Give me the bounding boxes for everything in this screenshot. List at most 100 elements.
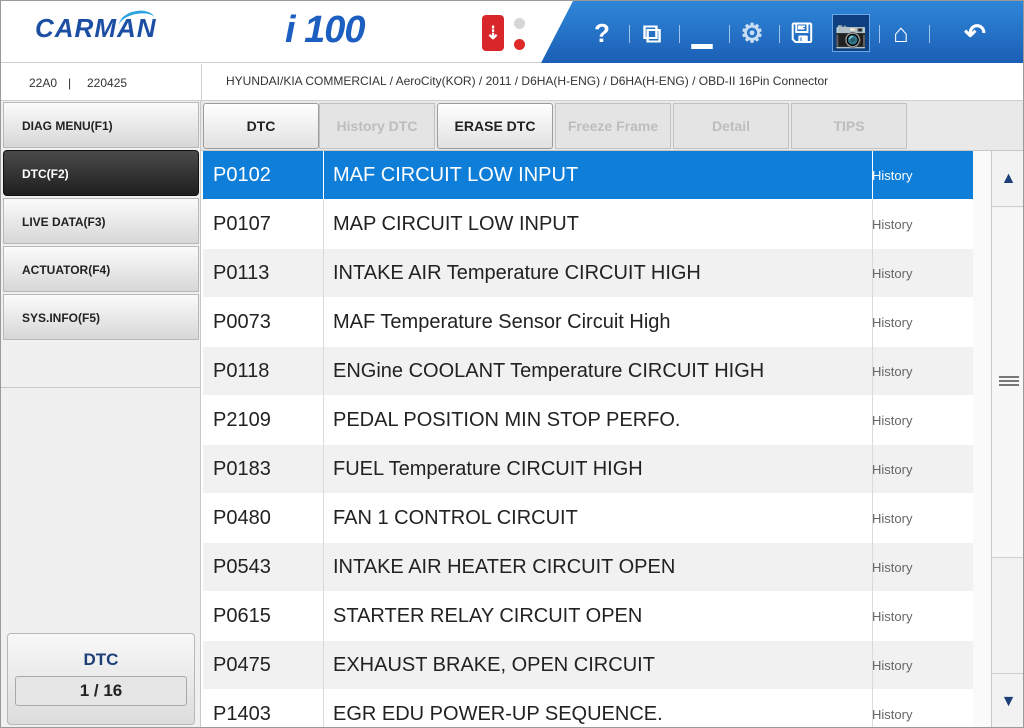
dtc-description: PEDAL POSITION MIN STOP PERFO. (333, 409, 681, 431)
breadcrumb: HYUNDAI/KIA COMMERCIAL / AeroCity(KOR) /… (226, 74, 829, 88)
dtc-row[interactable]: P1403 EGR EDU POWER-UP SEQUENCE. History (203, 690, 973, 727)
minimize-icon[interactable]: ▁ (683, 14, 721, 52)
sidebar: DIAG MENU(F1) DTC(F2) LIVE DATA(F3) ACTU… (1, 101, 201, 727)
sidebar-item-actuator[interactable]: ACTUATOR(F4) (3, 246, 199, 292)
sidebar-item-sys-info[interactable]: SYS.INFO(F5) (3, 294, 199, 340)
tab-detail[interactable]: Detail (673, 103, 789, 149)
dtc-description: MAF CIRCUIT LOW INPUT (333, 164, 579, 186)
model-logo: i 100 (285, 9, 366, 51)
dtc-description: STARTER RELAY CIRCUIT OPEN (333, 605, 643, 627)
dtc-description: ENGine COOLANT Temperature CIRCUIT HIGH (333, 360, 765, 382)
help-icon[interactable]: ? (583, 14, 621, 52)
toolbar-divider (679, 25, 680, 43)
scroll-thumb[interactable] (992, 208, 1023, 558)
dtc-description: INTAKE AIR HEATER CIRCUIT OPEN (333, 556, 676, 578)
dtc-code: P0102 (213, 164, 271, 186)
dtc-status: History (872, 266, 913, 281)
status-led-on (514, 39, 525, 50)
dtc-code: P0543 (213, 556, 271, 578)
vehicle-code: 22A0 (29, 76, 58, 90)
column-divider (323, 200, 324, 249)
dtc-row[interactable]: P0615 STARTER RELAY CIRCUIT OPEN History (203, 592, 973, 641)
home-icon[interactable]: ⌂ (882, 14, 920, 52)
dtc-status: History (872, 658, 913, 673)
dtc-row[interactable]: P0480 FAN 1 CONTROL CIRCUIT History (203, 494, 973, 543)
dtc-status: History (872, 364, 913, 379)
toolbar-divider (729, 25, 730, 43)
dtc-row[interactable]: P2109 PEDAL POSITION MIN STOP PERFO. Histo… (203, 396, 973, 445)
sidebar-item-dtc[interactable]: DTC(F2) (3, 150, 199, 196)
dtc-row[interactable]: P0118 ENGine COOLANT Temperature CIRCUIT … (203, 347, 973, 396)
toolbar-divider (879, 25, 880, 43)
grip-icon (999, 376, 1019, 386)
toolbar-divider (779, 25, 780, 43)
dtc-code: P0475 (213, 654, 271, 676)
dtc-code: P0480 (213, 507, 271, 529)
column-divider (323, 543, 324, 592)
settings-icon[interactable]: ⚙ (733, 14, 771, 52)
save-icon[interactable]: 🖫 (783, 14, 821, 52)
dtc-description: INTAKE AIR Temperature CIRCUIT HIGH (333, 262, 701, 284)
dtc-description: EGR EDU POWER-UP SEQUENCE. (333, 703, 663, 725)
scroll-up-icon[interactable]: ▲ (992, 151, 1023, 207)
dtc-description: MAF Temperature Sensor Circuit High (333, 311, 671, 333)
dtc-code: P0113 (213, 262, 270, 284)
list-gutter (973, 151, 991, 727)
info-separator: | (68, 76, 72, 90)
dtc-code: P0183 (213, 458, 271, 480)
column-divider (323, 494, 324, 543)
tab-freeze-frame[interactable]: Freeze Frame (555, 103, 671, 149)
column-divider (323, 396, 324, 445)
dtc-counter-title: DTC (83, 650, 119, 669)
tab-history-dtc[interactable]: History DTC (319, 103, 435, 149)
dtc-row[interactable]: P0107 MAP CIRCUIT LOW INPUT History (203, 200, 973, 249)
dtc-description: FUEL Temperature CIRCUIT HIGH (333, 458, 643, 480)
dtc-counter-panel: DTC 1 / 16 (7, 633, 195, 725)
sidebar-item-live-data[interactable]: LIVE DATA(F3) (3, 198, 199, 244)
tab-erase-dtc[interactable]: ERASE DTC (437, 103, 553, 149)
column-divider (323, 445, 324, 494)
column-divider (323, 249, 324, 298)
dtc-row[interactable]: P0543 INTAKE AIR HEATER CIRCUIT OPEN Histo… (203, 543, 973, 592)
list-scrollbar[interactable]: ▲ ▼ (991, 151, 1023, 727)
sidebar-item-diag-menu[interactable]: DIAG MENU(F1) (3, 102, 199, 148)
dtc-row[interactable]: P0113 INTAKE AIR Temperature CIRCUIT HIGH… (203, 249, 973, 298)
dtc-status: History (872, 168, 913, 183)
dtc-row[interactable]: P0475 EXHAUST BRAKE, OPEN CIRCUIT History (203, 641, 973, 690)
dtc-code: P0107 (213, 213, 271, 235)
usb-icon: ⇣ (482, 15, 504, 51)
dtc-status: History (872, 217, 913, 232)
tab-dtc[interactable]: DTC (203, 103, 319, 149)
dtc-row[interactable]: P0183 FUEL Temperature CIRCUIT HIGH Histor… (203, 445, 973, 494)
toolbar-divider (629, 25, 630, 43)
dtc-status: History (872, 462, 913, 477)
dtc-description: MAP CIRCUIT LOW INPUT (333, 213, 579, 235)
sidebar-divider (1, 387, 200, 388)
dtc-code: P0118 (213, 360, 270, 382)
column-divider (323, 592, 324, 641)
app-window: CARMAN i 100 ⇣ ? ⧉ ▁ ⚙ 🖫 📷 ⌂ ↶ 22A0 | 22… (0, 0, 1024, 728)
back-icon[interactable]: ↶ (956, 14, 994, 52)
column-divider (323, 690, 324, 727)
dtc-code: P2109 (213, 409, 271, 431)
scroll-down-icon[interactable]: ▼ (992, 673, 1023, 727)
info-bar: 22A0 | 220425 HYUNDAI/KIA COMMERCIAL / A… (1, 64, 1023, 101)
dtc-code: P1403 (213, 703, 271, 725)
column-divider (323, 641, 324, 690)
column-divider (323, 298, 324, 347)
dtc-status: History (872, 315, 913, 330)
window-icon[interactable]: ⧉ (633, 14, 671, 52)
header: CARMAN i 100 ⇣ ? ⧉ ▁ ⚙ 🖫 📷 ⌂ ↶ (1, 1, 1023, 63)
dtc-status: History (872, 511, 913, 526)
dtc-status: History (872, 609, 913, 624)
dtc-code: P0073 (213, 311, 271, 333)
tab-tips[interactable]: TIPS (791, 103, 907, 149)
column-divider (323, 347, 324, 396)
camera-icon[interactable]: 📷 (832, 14, 870, 52)
dtc-row[interactable]: P0073 MAF Temperature Sensor Circuit High… (203, 298, 973, 347)
dtc-row[interactable]: P0102 MAF CIRCUIT LOW INPUT History (203, 151, 973, 200)
dtc-counter-value: 1 / 16 (15, 676, 187, 706)
status-led-off (514, 18, 525, 29)
toolbar-divider (929, 25, 930, 43)
tab-bar: DTC History DTC ERASE DTC Freeze Frame D… (201, 101, 1023, 151)
